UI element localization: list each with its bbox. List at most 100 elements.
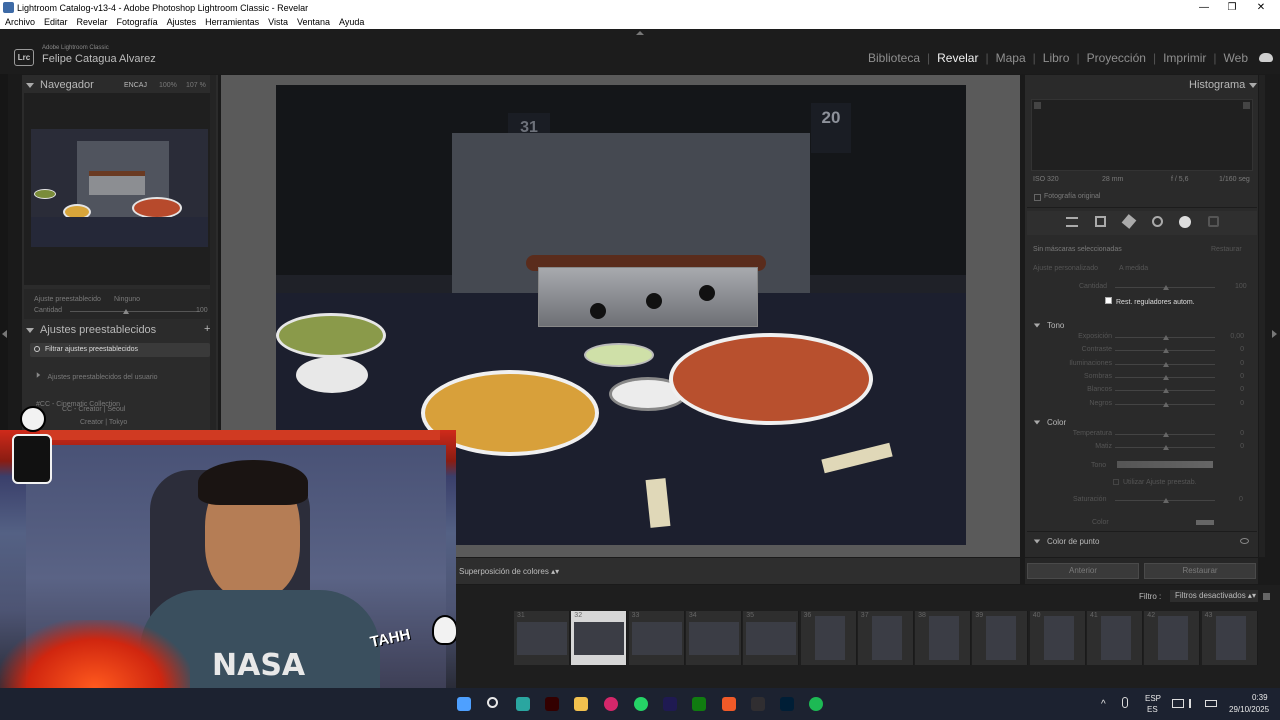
module-proyeccion[interactable]: Proyección <box>1080 51 1153 65</box>
search-icon <box>34 346 40 352</box>
filmstrip-thumb[interactable]: 31 <box>514 611 570 665</box>
filmstrip-thumb[interactable]: 40 <box>1029 611 1086 665</box>
navigator-preview-image[interactable] <box>31 129 208 247</box>
user-presets-group[interactable]: Ajustes preestablecidos del usuario <box>36 366 158 384</box>
file-explorer-icon[interactable] <box>574 697 588 711</box>
visibility-eye-icon[interactable] <box>1240 538 1249 544</box>
window-title: Lightroom Catalog-v13-4 - Adobe Photosho… <box>17 2 309 13</box>
module-imprimir[interactable]: Imprimir <box>1156 51 1213 65</box>
lightroom-taskbar-icon[interactable] <box>780 697 794 711</box>
cloud-icon[interactable] <box>1259 53 1273 62</box>
module-biblioteca[interactable]: Biblioteca <box>861 51 927 65</box>
presets-header[interactable]: Ajustes preestablecidos <box>26 324 216 336</box>
module-mapa[interactable]: Mapa <box>989 51 1033 65</box>
zoom-fit[interactable]: ENCAJ <box>124 82 147 89</box>
zoom-100[interactable]: 100% <box>159 82 177 89</box>
tray-overflow-icon[interactable]: ^ <box>1101 699 1106 710</box>
menu-ajustes[interactable]: Ajustes <box>167 17 197 27</box>
filmstrip-thumb[interactable]: 32 <box>571 611 628 665</box>
thumb-number: 34 <box>688 612 697 619</box>
opera-icon[interactable] <box>604 697 618 711</box>
fire-decoration <box>0 620 190 688</box>
menu-editar[interactable]: Editar <box>44 17 68 27</box>
filmstrip-thumb[interactable]: 36 <box>800 611 857 665</box>
color-overlay-select[interactable]: Superposición de colores ▴▾ <box>459 567 559 576</box>
slider-knob[interactable] <box>1163 445 1169 450</box>
module-revelar[interactable]: Revelar <box>930 51 985 65</box>
lightroom-app-icon <box>3 2 14 13</box>
illustrator-icon[interactable] <box>545 697 559 711</box>
minimize-icon[interactable]: — <box>1190 0 1218 15</box>
right-panel-toggle-icon[interactable] <box>1272 325 1277 343</box>
language-code[interactable]: ESP <box>1145 694 1161 703</box>
filmstrip-thumb[interactable]: 38 <box>915 611 972 665</box>
point-color-section-header[interactable]: Color de punto <box>1033 537 1099 546</box>
whatsapp-icon[interactable] <box>634 697 648 711</box>
left-panel-toggle-icon[interactable] <box>2 325 7 343</box>
slider-knob[interactable] <box>1163 432 1169 437</box>
windows-start-icon[interactable] <box>457 697 471 711</box>
xbox-icon[interactable] <box>692 697 706 711</box>
keyboard-code[interactable]: ES <box>1147 705 1158 714</box>
filmstrip-thumb[interactable]: 43 <box>1201 611 1258 665</box>
color-swatch[interactable] <box>1196 520 1214 525</box>
thumb-number: 33 <box>631 612 640 619</box>
edge-icon[interactable] <box>516 697 530 711</box>
filmstrip-thumb[interactable]: 35 <box>743 611 800 665</box>
left-scrollbar[interactable] <box>210 75 216 435</box>
amount-label: Cantidad <box>34 307 63 314</box>
spotify-icon[interactable] <box>809 697 823 711</box>
menu-archivo[interactable]: Archivo <box>5 17 35 27</box>
clock-time[interactable]: 0:39 <box>1252 693 1268 702</box>
module-picker: Biblioteca | Revelar | Mapa | Libro | Proyec… <box>861 51 1255 65</box>
filmstrip-thumb[interactable]: 41 <box>1087 611 1143 665</box>
filmstrip-thumb[interactable]: 33 <box>628 611 685 665</box>
menu-revelar[interactable]: Revelar <box>77 17 108 27</box>
close-icon[interactable]: ✕ <box>1247 0 1275 15</box>
search-icon[interactable] <box>487 697 498 708</box>
network-icon[interactable] <box>1172 699 1184 708</box>
brand-label: Adobe Lightroom Classic <box>42 45 109 51</box>
saturation-knob[interactable] <box>1163 498 1169 503</box>
zoom-custom[interactable]: 107 % <box>186 82 206 89</box>
filmstrip-thumb[interactable]: 42 <box>1144 611 1201 665</box>
filter-select[interactable]: Filtros desactivados ▴▾ <box>1170 590 1258 602</box>
jersey-number-2: 20 <box>811 103 851 153</box>
tint-bar[interactable] <box>1117 461 1213 468</box>
premiere-icon[interactable] <box>663 697 677 711</box>
filmstrip-thumb[interactable]: 34 <box>685 611 742 665</box>
filmstrip-thumb[interactable]: 37 <box>857 611 914 665</box>
menu-vista[interactable]: Vista <box>268 17 288 27</box>
right-scrollbar[interactable] <box>1259 75 1265 557</box>
amount-knob[interactable] <box>123 309 129 314</box>
amount-slider[interactable] <box>70 311 200 312</box>
obs-icon[interactable] <box>751 697 765 711</box>
previous-button[interactable]: Anterior <box>1027 563 1139 579</box>
preset-value[interactable]: Ninguno <box>114 296 140 303</box>
battery-icon[interactable] <box>1205 700 1217 707</box>
collapse-top-icon[interactable] <box>636 31 644 35</box>
skeleton-sticker-icon <box>6 400 62 494</box>
filter-presets-input[interactable]: Filtrar ajustes preestablecidos <box>30 343 210 357</box>
identity-plate: Felipe Catagua Alvarez <box>42 53 156 65</box>
preset-tokyo[interactable]: Creator | Tokyo <box>80 419 127 426</box>
module-libro[interactable]: Libro <box>1036 51 1077 65</box>
thumb-image <box>631 622 682 655</box>
filmstrip-thumb[interactable]: 39 <box>972 611 1029 665</box>
reset-button[interactable]: Restaurar <box>1144 563 1256 579</box>
filter-lock-icon[interactable] <box>1263 593 1270 600</box>
menu-fotografia[interactable]: Fotografía <box>117 17 158 27</box>
clock-date[interactable]: 29/10/2025 <box>1229 705 1269 714</box>
thumb-image <box>814 616 845 660</box>
brave-icon[interactable] <box>722 697 736 711</box>
preset-seoul[interactable]: CC - Creator | Seoul <box>62 406 125 413</box>
microphone-icon[interactable] <box>1122 697 1128 708</box>
module-web[interactable]: Web <box>1217 51 1255 65</box>
menu-ayuda[interactable]: Ayuda <box>339 17 364 27</box>
use-preset-checkbox[interactable] <box>1113 479 1119 485</box>
menu-herramientas[interactable]: Herramientas <box>205 17 259 27</box>
navigator-title: Navegador <box>40 79 94 91</box>
restore-icon[interactable]: ❐ <box>1218 0 1246 15</box>
menu-ventana[interactable]: Ventana <box>297 17 330 27</box>
volume-icon[interactable] <box>1189 699 1199 708</box>
